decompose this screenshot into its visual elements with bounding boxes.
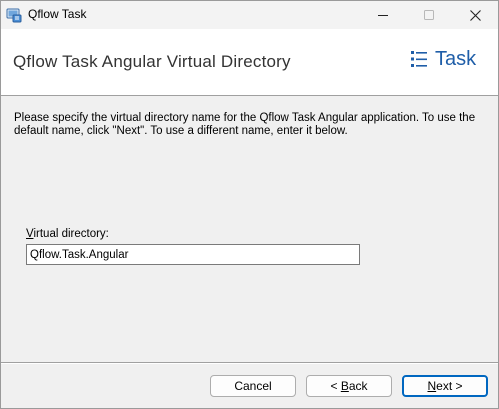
- maximize-icon: [424, 10, 434, 20]
- virtual-directory-input[interactable]: [26, 244, 360, 265]
- task-list-logo-icon: [411, 51, 427, 67]
- brand-logo: Task: [411, 49, 476, 69]
- installer-window: Qflow Task Qflow Task Angular Virtual Di…: [0, 0, 499, 409]
- close-button[interactable]: [452, 1, 498, 29]
- window-title: Qflow Task: [28, 7, 87, 21]
- minimize-icon: [378, 15, 388, 16]
- label-rest: irtual directory:: [33, 228, 109, 240]
- back-prefix: <: [330, 379, 341, 393]
- virtual-directory-label: Virtual directory:: [26, 228, 109, 240]
- back-hotkey: B: [340, 379, 349, 393]
- instructions-text: Please specify the virtual directory nam…: [14, 112, 476, 137]
- cancel-button[interactable]: Cancel: [210, 375, 296, 397]
- maximize-button: [406, 1, 452, 29]
- wizard-header: Qflow Task Angular Virtual Directory Tas…: [1, 29, 498, 96]
- footer-divider: [1, 362, 498, 364]
- installer-app-icon: [6, 7, 22, 23]
- close-icon: [469, 9, 481, 21]
- back-button[interactable]: < Back: [306, 375, 392, 397]
- next-rest: ext >: [436, 379, 463, 393]
- page-title: Qflow Task Angular Virtual Directory: [13, 52, 291, 71]
- logo-text: Task: [435, 48, 477, 70]
- title-bar[interactable]: Qflow Task: [1, 1, 498, 29]
- back-rest: ack: [348, 379, 368, 393]
- minimize-button[interactable]: [360, 1, 406, 29]
- next-hotkey: N: [427, 379, 437, 393]
- next-button[interactable]: Next >: [402, 375, 488, 397]
